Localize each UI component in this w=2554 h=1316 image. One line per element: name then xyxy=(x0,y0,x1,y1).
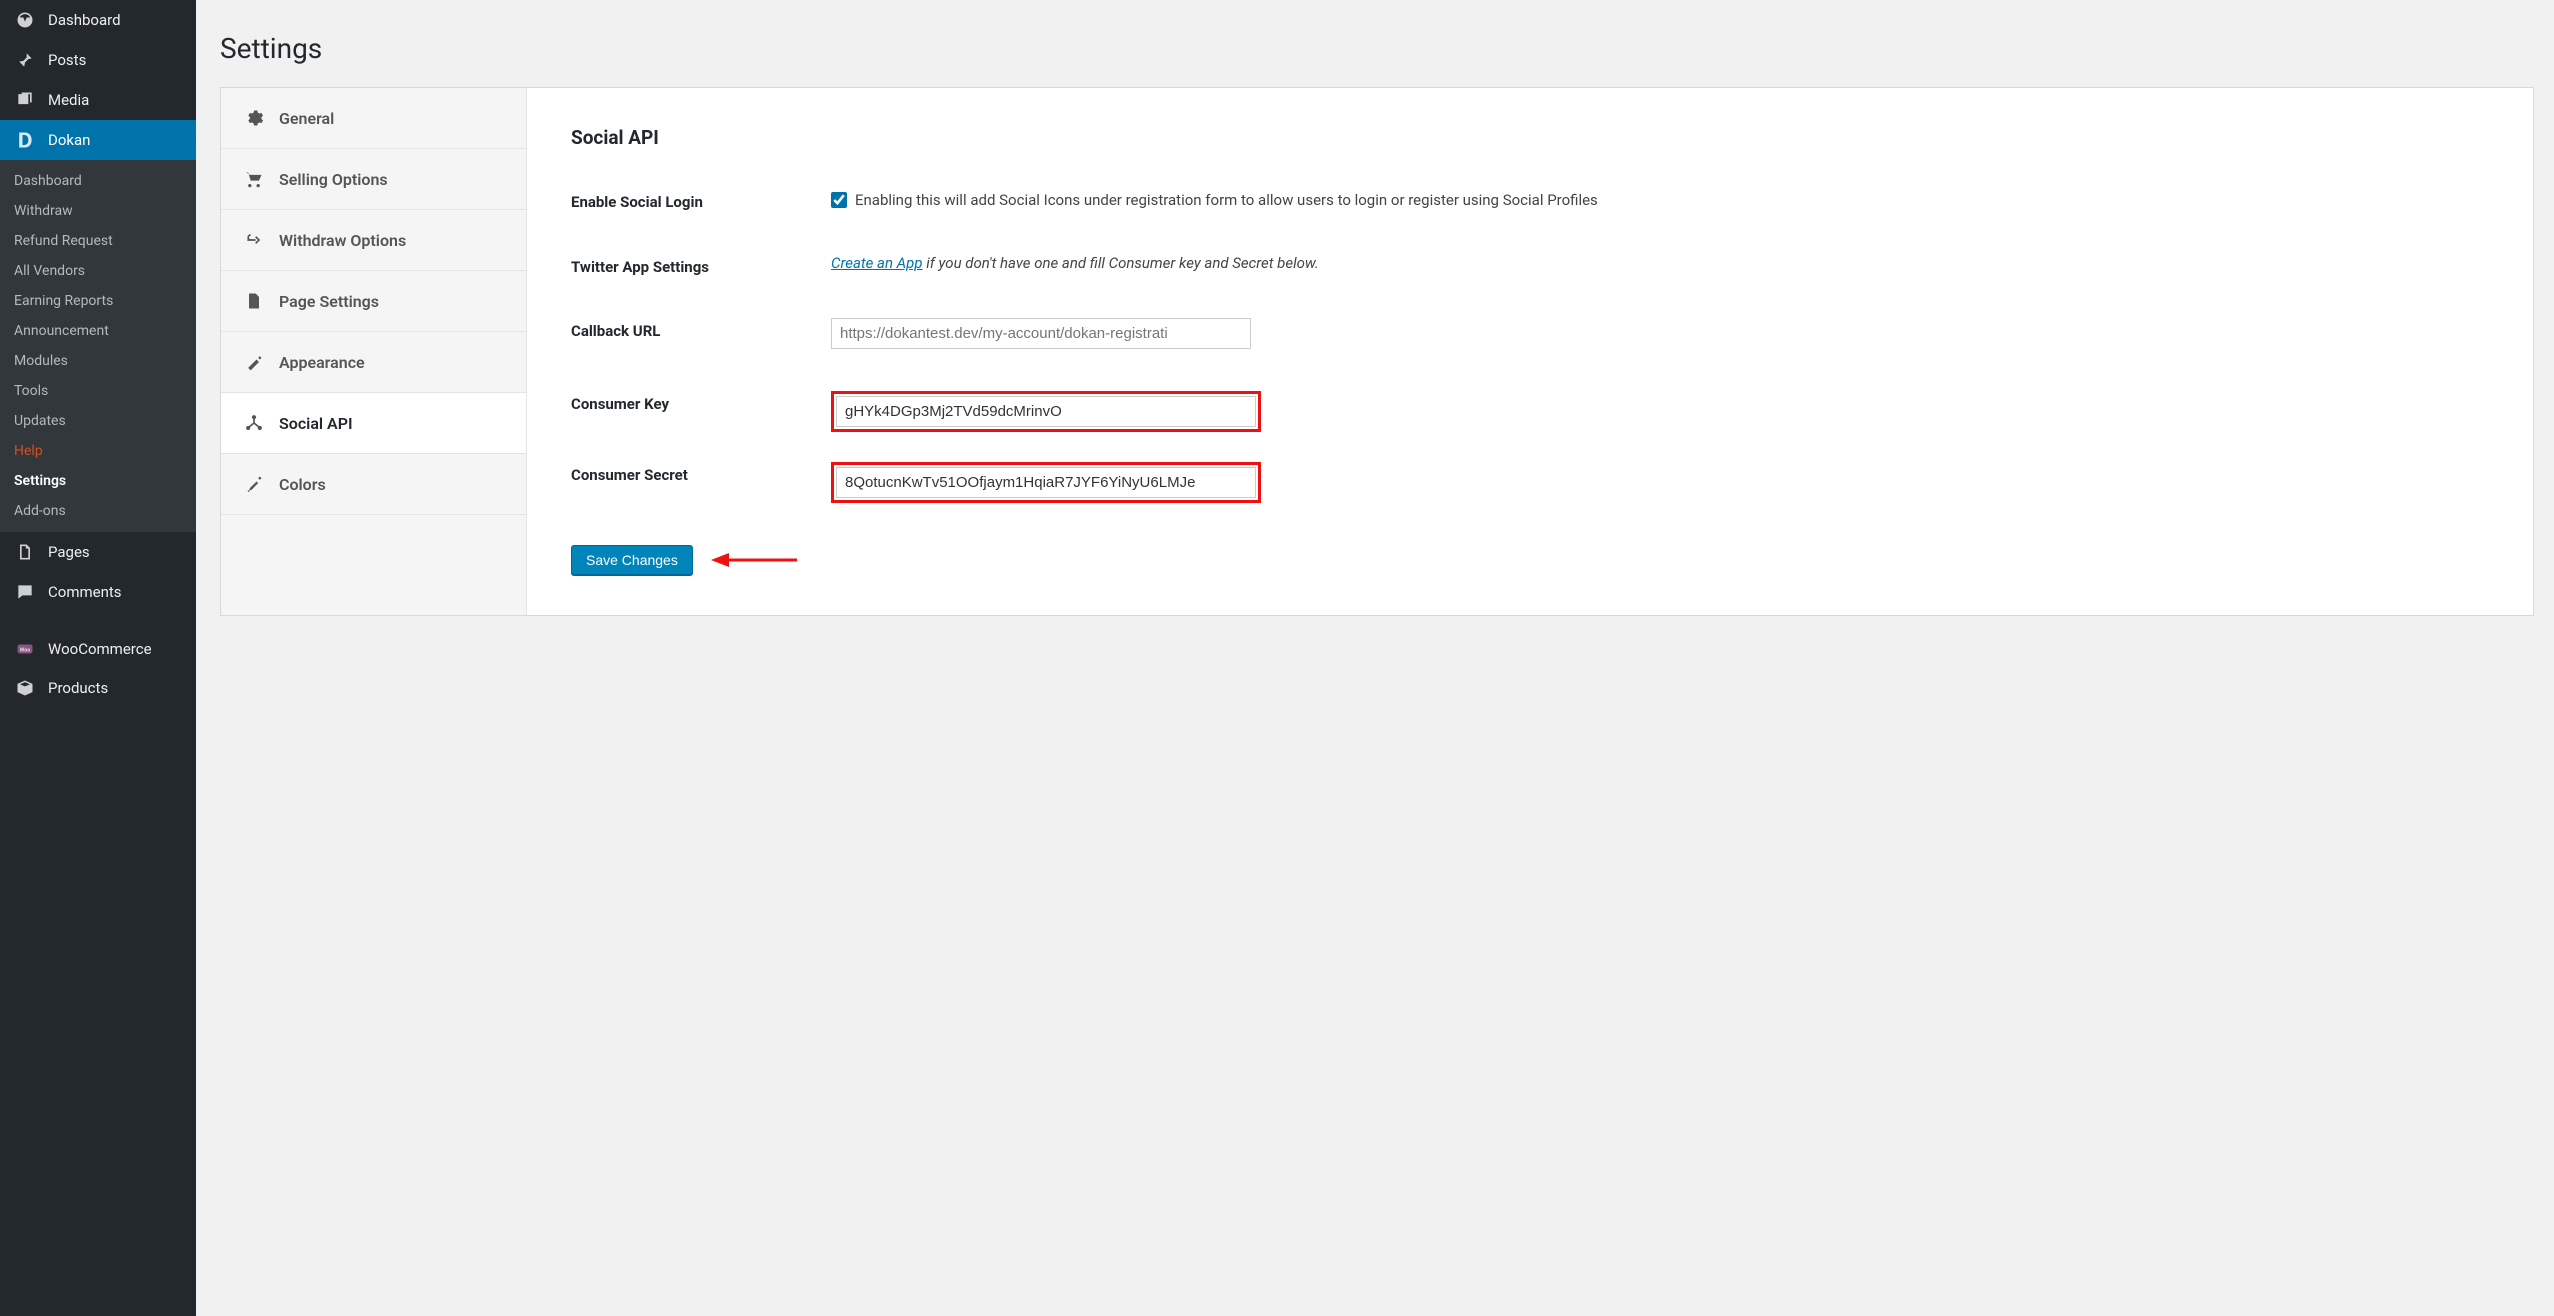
enable-social-login-desc: Enabling this will add Social Icons unde… xyxy=(855,189,1598,212)
submenu-withdraw[interactable]: Withdraw xyxy=(0,196,196,226)
consumer-key-label: Consumer Key xyxy=(571,391,831,413)
sidebar-item-label: Comments xyxy=(48,583,122,601)
submenu-add-ons[interactable]: Add-ons xyxy=(0,496,196,526)
tab-page-settings[interactable]: Page Settings xyxy=(221,271,526,332)
consumer-secret-highlight xyxy=(831,462,1261,503)
tab-withdraw-options[interactable]: Withdraw Options xyxy=(221,210,526,271)
tab-label: Social API xyxy=(279,414,353,433)
sidebar-item-label: Dokan xyxy=(48,131,90,149)
tab-label: Appearance xyxy=(279,353,365,372)
sidebar-item-dokan[interactable]: Dokan xyxy=(0,120,196,160)
save-changes-button[interactable]: Save Changes xyxy=(571,545,693,575)
tab-label: General xyxy=(279,109,334,128)
settings-container: General Selling Options Withdraw Options… xyxy=(220,87,2534,616)
tab-appearance[interactable]: Appearance xyxy=(221,332,526,393)
submenu-dashboard[interactable]: Dashboard xyxy=(0,166,196,196)
sidebar-item-comments[interactable]: Comments xyxy=(0,572,196,612)
submenu-settings[interactable]: Settings xyxy=(0,466,196,496)
pages-icon xyxy=(243,291,265,311)
consumer-secret-input[interactable] xyxy=(836,467,1256,498)
submenu-announcement[interactable]: Announcement xyxy=(0,316,196,346)
enable-social-login-control[interactable]: Enabling this will add Social Icons unde… xyxy=(831,189,2489,212)
main-content: Settings General Selling Options Withdr xyxy=(196,0,2554,1316)
callback-url-label: Callback URL xyxy=(571,318,831,340)
sidebar-item-label: Products xyxy=(48,679,108,697)
submenu-earning-reports[interactable]: Earning Reports xyxy=(0,286,196,316)
enable-social-login-label: Enable Social Login xyxy=(571,189,831,211)
consumer-key-input[interactable] xyxy=(836,396,1256,427)
media-icon xyxy=(14,90,36,110)
dokan-icon xyxy=(14,130,36,150)
submenu-tools[interactable]: Tools xyxy=(0,376,196,406)
settings-panel: Social API Enable Social Login Enabling … xyxy=(527,88,2533,615)
tab-selling-options[interactable]: Selling Options xyxy=(221,149,526,210)
enable-social-login-checkbox[interactable] xyxy=(831,192,847,208)
twitter-app-settings-label: Twitter App Settings xyxy=(571,254,831,276)
consumer-secret-label: Consumer Secret xyxy=(571,462,831,484)
panel-heading: Social API xyxy=(571,126,2489,149)
dokan-submenu: Dashboard Withdraw Refund Request All Ve… xyxy=(0,160,196,532)
consumer-key-highlight xyxy=(831,391,1261,432)
sidebar-item-label: Pages xyxy=(48,543,90,561)
settings-tabs: General Selling Options Withdraw Options… xyxy=(221,88,527,615)
submenu-help[interactable]: Help xyxy=(0,436,196,466)
products-icon xyxy=(14,678,36,698)
sidebar-item-label: Media xyxy=(48,91,89,109)
sidebar-item-products[interactable]: Products xyxy=(0,668,196,708)
network-icon xyxy=(243,413,265,433)
tab-label: Selling Options xyxy=(279,170,388,189)
create-an-app-link[interactable]: Create an App xyxy=(831,254,923,272)
sidebar-item-media[interactable]: Media xyxy=(0,80,196,120)
submenu-refund-request[interactable]: Refund Request xyxy=(0,226,196,256)
annotation-arrow-icon xyxy=(709,548,799,572)
dashboard-icon xyxy=(14,10,36,30)
tab-label: Colors xyxy=(279,475,326,494)
sidebar-item-pages[interactable]: Pages xyxy=(0,532,196,572)
sidebar-item-label: Dashboard xyxy=(48,11,121,29)
gear-icon xyxy=(243,108,265,128)
comments-icon xyxy=(14,582,36,602)
sidebar-item-label: Posts xyxy=(48,51,86,69)
tab-label: Page Settings xyxy=(279,292,379,311)
tab-general[interactable]: General xyxy=(221,88,526,149)
wand-icon xyxy=(243,352,265,372)
submenu-all-vendors[interactable]: All Vendors xyxy=(0,256,196,286)
sidebar-item-woocommerce[interactable]: Woo WooCommerce xyxy=(0,630,196,668)
brush-icon xyxy=(243,474,265,494)
submenu-modules[interactable]: Modules xyxy=(0,346,196,376)
sidebar-item-label: WooCommerce xyxy=(48,640,152,658)
twitter-hint-text: if you don't have one and fill Consumer … xyxy=(923,254,1319,272)
pin-icon xyxy=(14,50,36,70)
woocommerce-icon: Woo xyxy=(14,640,36,658)
callback-url-input[interactable] xyxy=(831,318,1251,349)
wp-admin-sidebar: Dashboard Posts Media Dokan Dashboard Wi… xyxy=(0,0,196,1316)
sidebar-item-posts[interactable]: Posts xyxy=(0,40,196,80)
svg-text:Woo: Woo xyxy=(20,647,30,653)
page-title: Settings xyxy=(220,32,2534,65)
tab-label: Withdraw Options xyxy=(279,231,406,250)
submenu-updates[interactable]: Updates xyxy=(0,406,196,436)
tab-social-api[interactable]: Social API xyxy=(221,393,526,454)
sidebar-item-dashboard[interactable]: Dashboard xyxy=(0,0,196,40)
withdraw-icon xyxy=(243,230,265,250)
pages-icon xyxy=(14,542,36,562)
tab-colors[interactable]: Colors xyxy=(221,454,526,515)
cart-icon xyxy=(243,169,265,189)
